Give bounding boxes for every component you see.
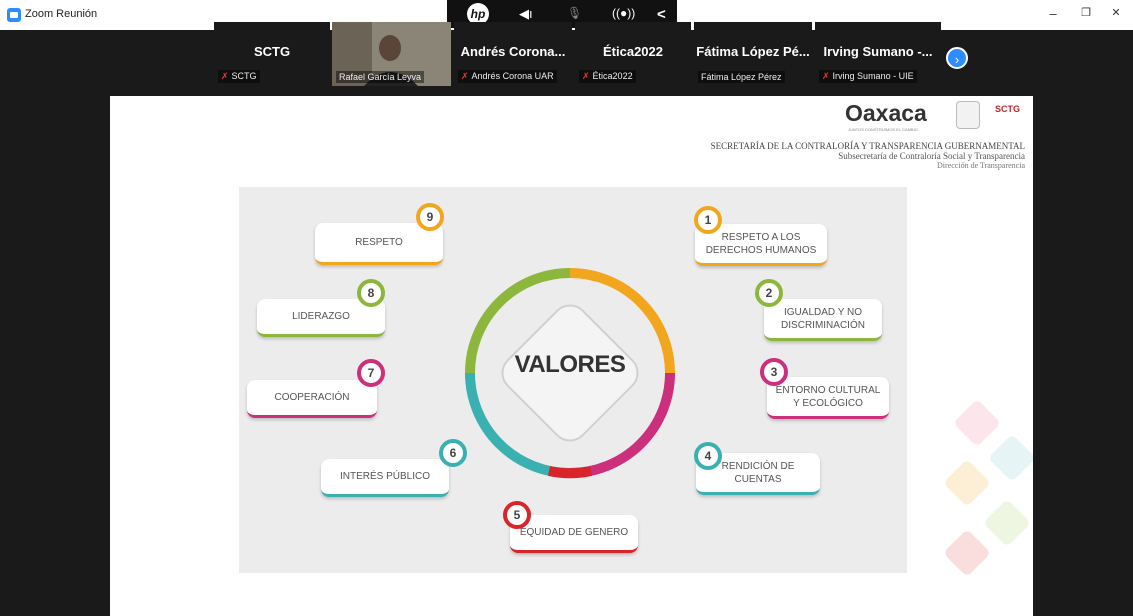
participant-tile[interactable]: Irving Sumano -... ✗ Irving Sumano - UIE (815, 22, 941, 86)
sctg-logo: SCTG (995, 104, 1021, 114)
decorative-shape (942, 528, 992, 578)
participant-name: Andrés Corona... (460, 44, 566, 59)
decorative-shape (942, 458, 992, 508)
mic-muted-icon: ✗ (221, 71, 229, 81)
participant-label: ✗ Ética2022 (579, 70, 636, 83)
participant-label: ✗ Andrés Corona UAR (458, 70, 557, 83)
value-card-7: COOPERACIÓN (247, 380, 377, 418)
participant-tile[interactable]: Fátima López Pé... Fátima López Pérez (694, 22, 812, 86)
header-line-3: Dirección de Transparencia (937, 161, 1025, 170)
minimize-button[interactable]: – (1043, 6, 1063, 21)
participant-label: Fátima López Pérez (698, 71, 785, 83)
value-number-5: 5 (503, 501, 531, 529)
oaxaca-logo: Oaxaca (845, 100, 927, 126)
participant-label: Rafael García Leyva (336, 71, 425, 83)
decorative-shape (987, 433, 1033, 483)
decorative-shape (952, 398, 1002, 448)
participant-tile[interactable]: Andrés Corona... ✗ Andrés Corona UAR (454, 22, 572, 86)
participant-label: ✗ Irving Sumano - UIE (819, 70, 917, 83)
zoom-logo-icon (7, 8, 21, 22)
broadcast-icon[interactable]: ((●)) (612, 6, 635, 20)
participant-tile[interactable]: SCTG ✗ SCTG (214, 22, 330, 86)
value-card-3: ENTORNO CULTURAL Y ECOLÓGICO (767, 377, 889, 419)
center-title: VALORES (514, 351, 626, 378)
government-seal-icon (956, 101, 980, 129)
value-number-3: 3 (760, 358, 788, 386)
mic-muted-icon: ✗ (582, 71, 590, 81)
oaxaca-tagline: JUNTOS CONSTRUIMOS EL CAMBIO (848, 127, 918, 132)
value-card-2: IGUALDAD Y NO DISCRIMINACIÓN (764, 299, 882, 341)
participant-name: Fátima López Pé... (696, 44, 810, 59)
shared-screen-slide: Oaxaca JUNTOS CONSTRUIMOS EL CAMBIO SCTG… (110, 96, 1033, 616)
values-diagram: VALORES RESPETO A LOS DERECHOS HUMANOS 1… (239, 187, 907, 573)
participant-name: Ética2022 (603, 44, 663, 59)
participant-tile[interactable]: Ética2022 ✗ Ética2022 (575, 22, 691, 86)
value-number-9: 9 (416, 203, 444, 231)
header-line-2: Subsecretaría de Contraloría Social y Tr… (838, 151, 1025, 161)
window-title: Zoom Reunión (25, 8, 98, 20)
participant-name: SCTG (253, 44, 291, 59)
mic-muted-icon: ✗ (822, 71, 830, 81)
microphone-icon[interactable]: 🎙 (567, 6, 582, 20)
value-number-8: 8 (357, 279, 385, 307)
value-number-1: 1 (694, 206, 722, 234)
slide-header: SECRETARÍA DE LA CONTRALORÍA Y TRANSPARE… (711, 141, 1025, 170)
close-button[interactable]: ✕ (1106, 6, 1126, 19)
slide-stage: Oaxaca JUNTOS CONSTRUIMOS EL CAMBIO SCTG… (110, 96, 1033, 616)
collapse-icon[interactable]: < (657, 6, 666, 23)
participant-label: ✗ SCTG (218, 70, 260, 83)
value-card-6: INTERÉS PÚBLICO (321, 459, 449, 497)
mic-muted-icon: ✗ (461, 71, 469, 81)
header-line-1: SECRETARÍA DE LA CONTRALORÍA Y TRANSPARE… (710, 141, 1025, 151)
value-number-7: 7 (357, 359, 385, 387)
speaker-icon[interactable]: ◀ı (519, 6, 533, 22)
decorative-shape (982, 498, 1032, 548)
value-number-6: 6 (439, 439, 467, 467)
participant-video-tile[interactable]: Rafael García Leyva (332, 22, 451, 86)
maximize-button[interactable]: ❐ (1076, 6, 1096, 19)
value-number-2: 2 (755, 279, 783, 307)
next-participants-button[interactable]: › (946, 47, 968, 69)
participant-name: Irving Sumano -... (823, 44, 933, 59)
value-number-4: 4 (694, 442, 722, 470)
